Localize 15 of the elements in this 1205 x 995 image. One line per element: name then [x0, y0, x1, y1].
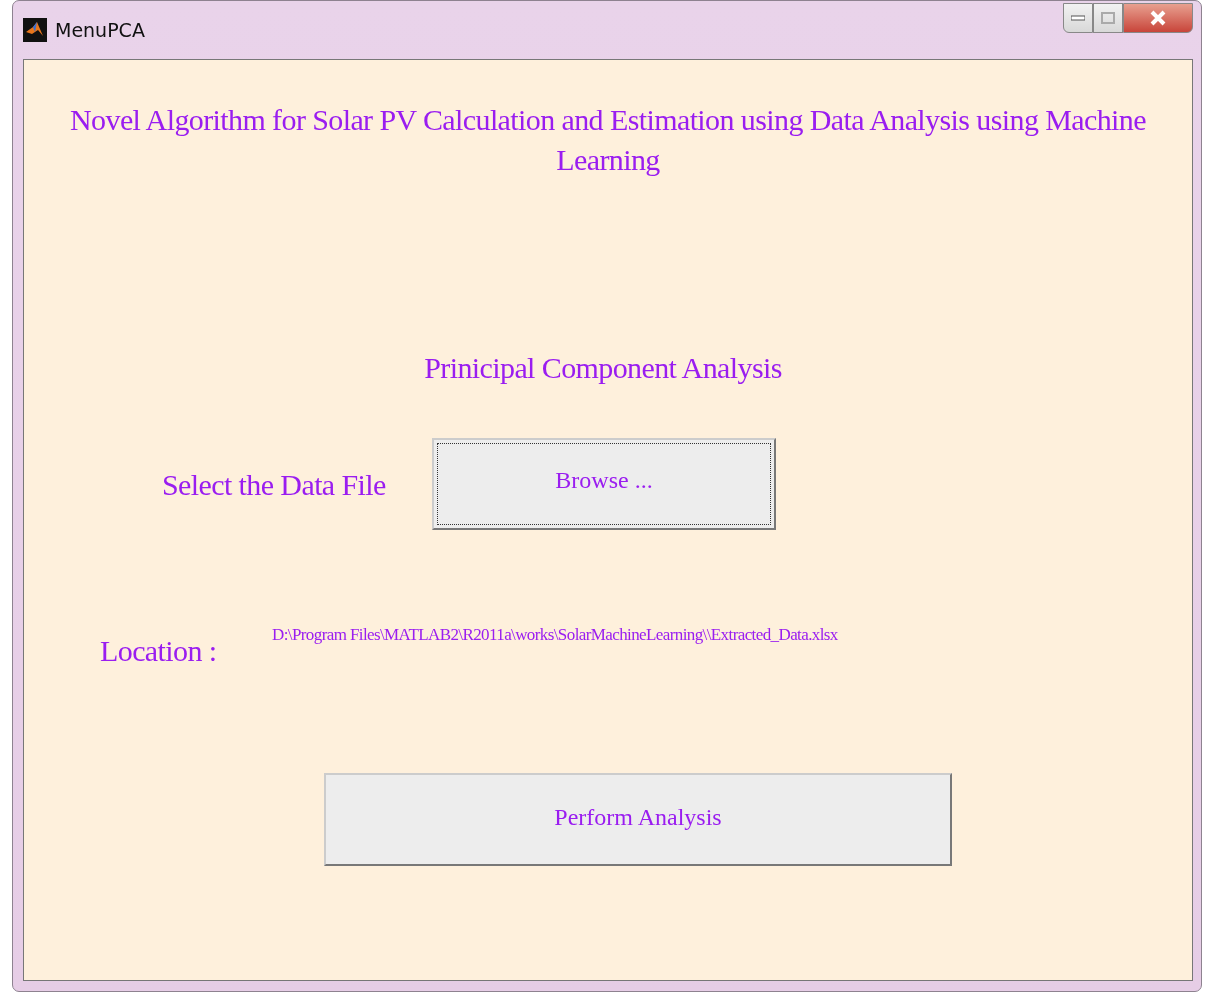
close-button[interactable] [1123, 3, 1193, 33]
heading-text: Novel Algorithm for Solar PV Calculation and Estimation using Data Analysis using Machine Learning [69, 102, 1147, 178]
select-file-label: Select the Data File [162, 466, 387, 503]
minimize-icon [1071, 15, 1085, 21]
window-title: MenuPCA [55, 17, 145, 43]
browse-button[interactable]: Browse ... [432, 438, 776, 530]
location-label: Location : [100, 633, 218, 669]
app-logo-icon [23, 18, 47, 42]
maximize-button[interactable] [1093, 3, 1123, 33]
subheading-text: Prinicipal Component Analysis [423, 350, 783, 386]
close-icon [1149, 10, 1167, 26]
file-path-text: D:\Program Files\MATLAB2\R2011a\works\SolarMachineLearning\\Extracted_Data.xlsx [272, 624, 838, 646]
maximize-icon [1101, 12, 1115, 24]
perform-analysis-button[interactable]: Perform Analysis [324, 773, 952, 866]
minimize-button[interactable] [1063, 3, 1093, 33]
